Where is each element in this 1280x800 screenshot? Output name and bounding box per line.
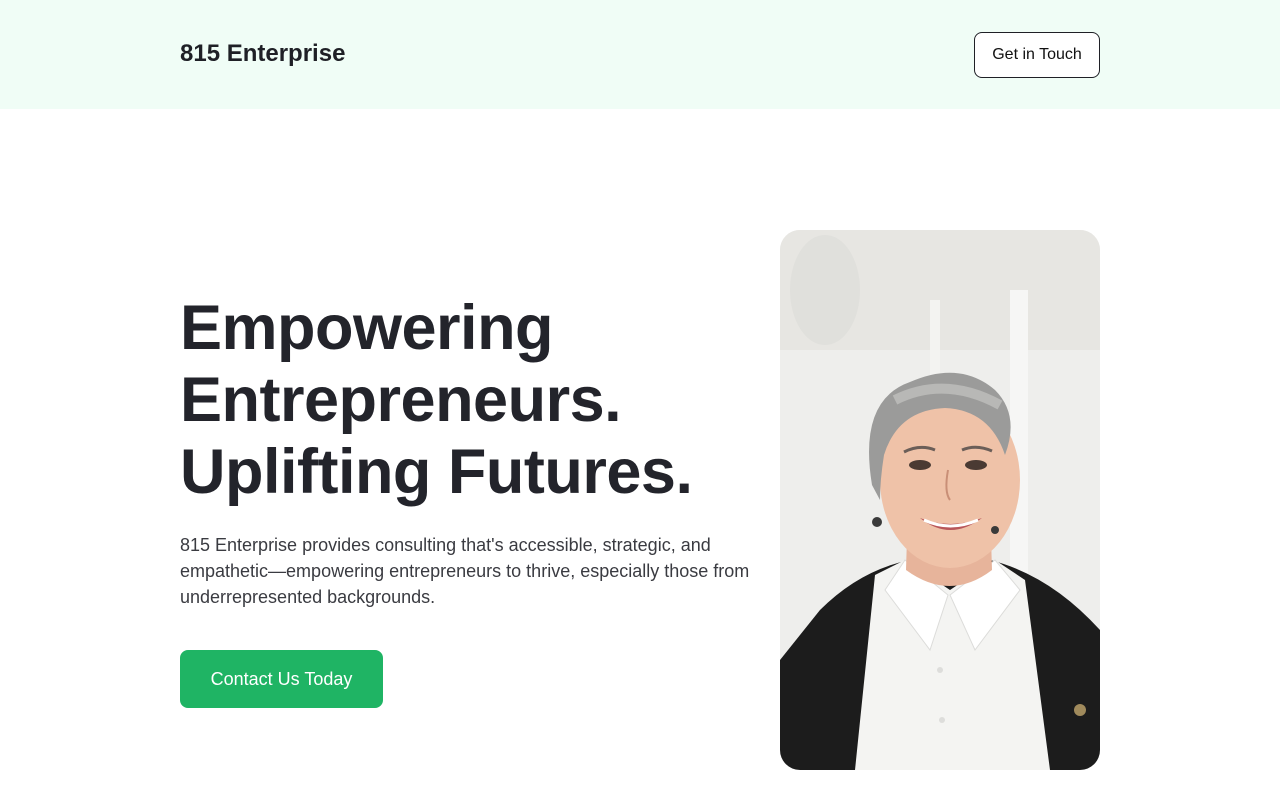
- hero-title: Empowering Entrepreneurs. Uplifting Futu…: [180, 292, 760, 508]
- hero-portrait-image: [780, 230, 1100, 770]
- get-in-touch-button[interactable]: Get in Touch: [974, 32, 1100, 78]
- hero-title-line-3: Uplifting Futures.: [180, 437, 693, 507]
- site-header: 815 Enterprise Get in Touch: [0, 0, 1280, 109]
- portrait-illustration: [780, 230, 1100, 770]
- contact-us-button[interactable]: Contact Us Today: [180, 650, 383, 708]
- hero-description: 815 Enterprise provides consulting that'…: [180, 535, 750, 607]
- hero-title-line-1: Empowering: [180, 293, 554, 363]
- brand-logo-text[interactable]: 815 Enterprise: [180, 40, 345, 68]
- hero-title-line-2: Entrepreneurs.: [180, 365, 622, 435]
